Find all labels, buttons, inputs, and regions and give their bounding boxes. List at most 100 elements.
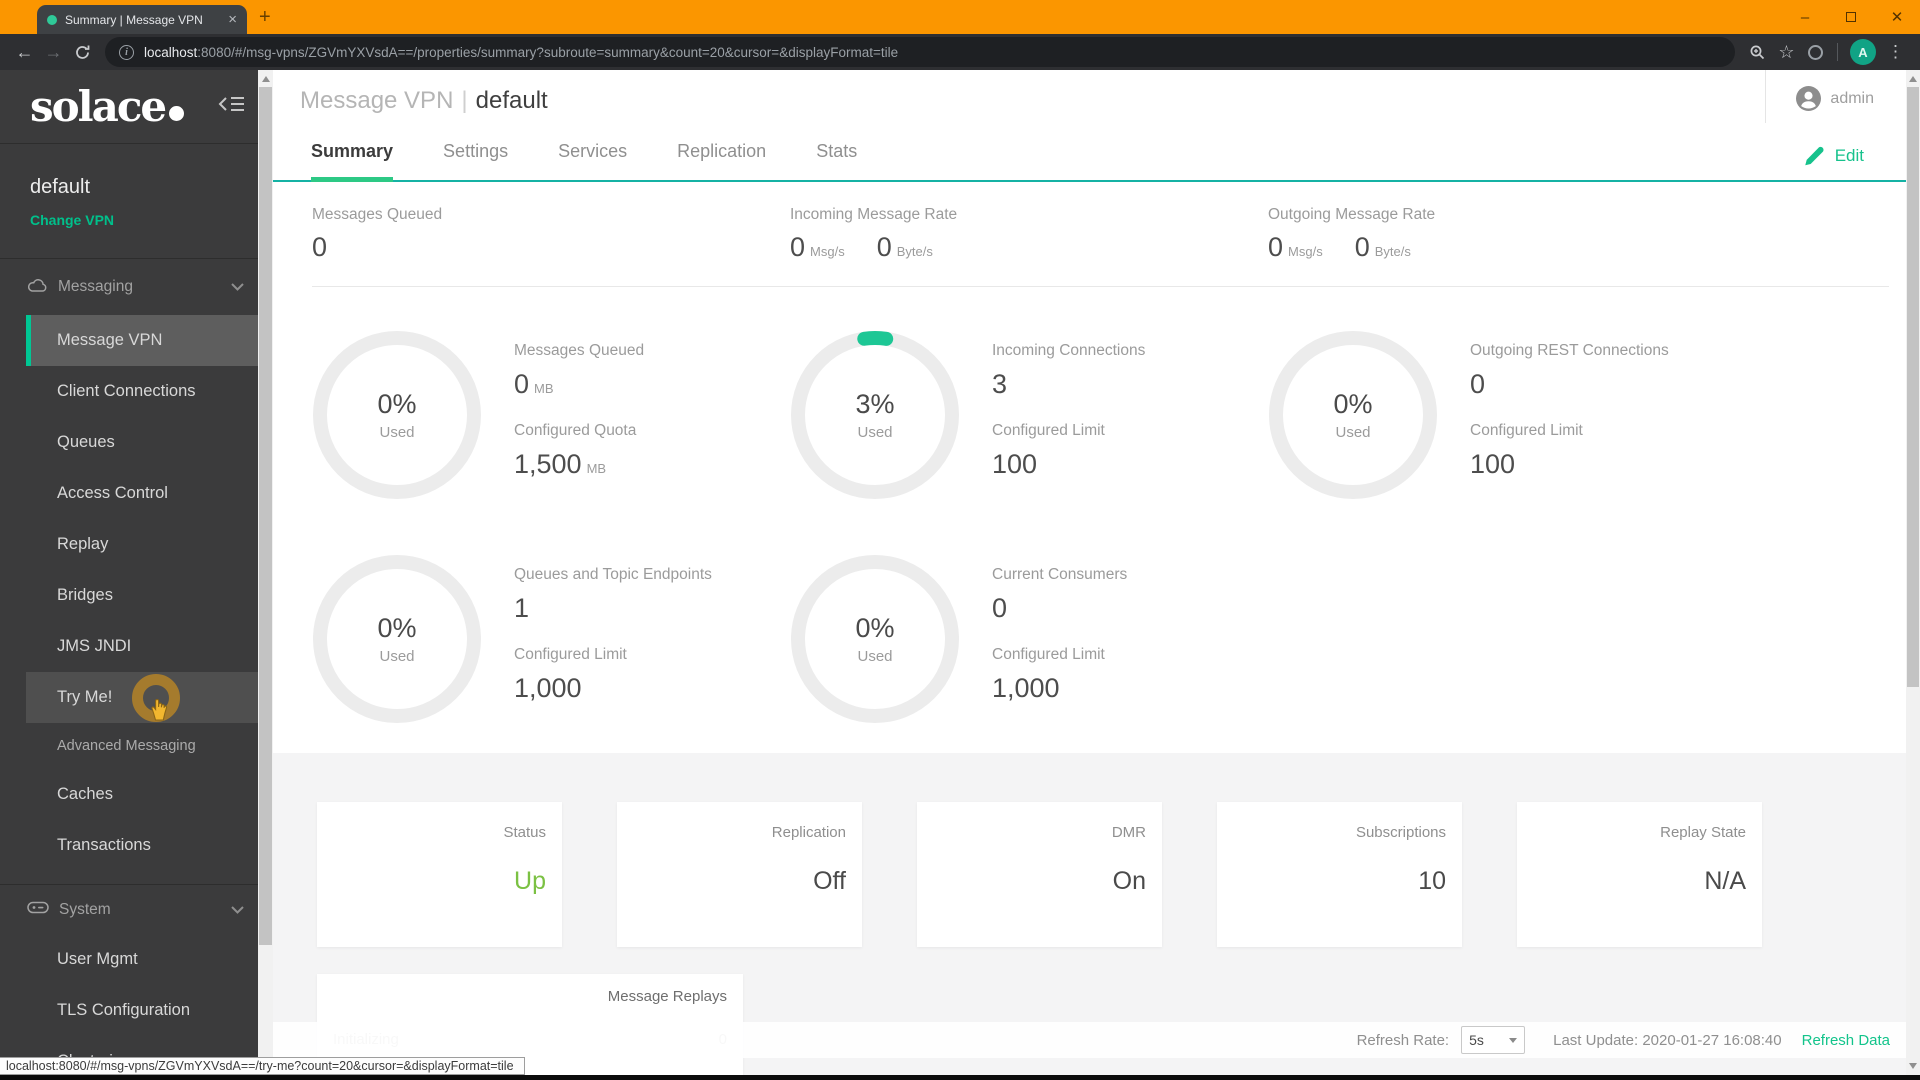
bookmark-star-icon[interactable]: ☆	[1772, 38, 1801, 67]
url-bar[interactable]: i localhost:8080/#/msg-vpns/ZGVmYXVsdA==…	[105, 37, 1735, 67]
chevron-down-icon[interactable]	[231, 278, 244, 296]
chevron-down-icon[interactable]	[231, 901, 244, 919]
last-update-text: Last Update: 2020-01-27 16:08:40	[1553, 1031, 1782, 1049]
sidebar-section-system[interactable]: System	[0, 884, 258, 934]
browser-toolbar: ← → i localhost:8080/#/msg-vpns/ZGVmYXVs…	[0, 34, 1920, 70]
select-chevron-icon	[1509, 1037, 1518, 1043]
tab-stats[interactable]: Stats	[816, 141, 857, 182]
scroll-down-icon[interactable]	[1909, 1063, 1917, 1069]
sidebar-scrollbar[interactable]	[258, 70, 273, 1075]
page-title: Message VPN | default	[300, 87, 548, 114]
gauge-spool-usage: 0% Used Messages Queued 0 MB Configured Qu…	[312, 330, 790, 502]
edit-button[interactable]: Edit	[1802, 144, 1864, 168]
sidebar-scrollbar-thumb[interactable]	[259, 87, 272, 945]
url-text: localhost:8080/#/msg-vpns/ZGVmYXVsdA==/p…	[144, 45, 898, 60]
forward-button: →	[44, 41, 63, 62]
url-host: localhost	[144, 44, 198, 60]
browser-menu-icon[interactable]: ⋮	[1881, 38, 1910, 67]
refresh-rate-label: Refresh Rate:	[1356, 1031, 1450, 1049]
metric-incoming-rate: Incoming Message Rate 0 Msg/s 0 Byte/s	[790, 206, 958, 262]
sidebar-item-tls-configuration[interactable]: TLS Configuration	[26, 985, 258, 1036]
status-tiles: Status Up Replication Off DMR On Subscri…	[317, 802, 1762, 947]
sidebar-item-message-vpn[interactable]: Message VPN	[26, 315, 258, 366]
current-vpn-name: default	[30, 176, 91, 198]
tab-settings[interactable]: Settings	[443, 141, 508, 182]
sidebar-header: solace	[0, 70, 258, 144]
tile-subscriptions: Subscriptions 10	[1217, 802, 1462, 947]
sidebar-item-queues[interactable]: Queues	[26, 417, 258, 468]
refresh-rate-select[interactable]: 5s	[1461, 1026, 1526, 1054]
try-me-label: Try Me!	[57, 688, 113, 706]
section-label-messaging: Messaging	[58, 278, 133, 295]
user-icon	[1796, 86, 1822, 111]
gauge-incoming-connections: 3% Used Incoming Connections 3 Configured…	[790, 330, 1268, 502]
metric-outgoing-rate: Outgoing Message Rate 0 Msg/s 0 Byte/s	[1268, 206, 1436, 262]
screen-edge	[0, 1075, 1920, 1080]
tile-replication: Replication Off	[617, 802, 862, 947]
zoom-icon[interactable]	[1743, 38, 1772, 67]
solace-logo: solace	[30, 85, 185, 128]
tile-dmr: DMR On	[917, 802, 1162, 947]
system-chip-icon	[27, 900, 49, 920]
tile-status: Status Up	[317, 802, 562, 947]
tab-summary[interactable]: Summary	[311, 141, 394, 182]
new-tab-button[interactable]: +	[259, 6, 271, 29]
tab-close-icon[interactable]: ×	[228, 12, 237, 27]
main-header: Message VPN | default admin Summary Settin…	[273, 70, 1906, 182]
screen: Summary | Message VPN × + – ✕ ← → i loca…	[0, 0, 1920, 1080]
status-bubble: localhost:8080/#/msg-vpns/ZGVmYXVsdA==/t…	[0, 1057, 525, 1075]
tab-bar: Summary Settings Services Replication St…	[311, 141, 857, 182]
refresh-data-link[interactable]: Refresh Data	[1802, 1032, 1890, 1049]
sidebar-item-user-mgmt[interactable]: User Mgmt	[26, 934, 258, 985]
sidebar-item-client-connections[interactable]: Client Connections	[26, 366, 258, 417]
sidebar-section-messaging[interactable]: Messaging	[0, 259, 258, 315]
sidebar-item-access-control[interactable]: Access Control	[26, 468, 258, 519]
sidebar-item-transactions[interactable]: Transactions	[26, 820, 258, 871]
main-scrollbar[interactable]	[1906, 70, 1920, 1075]
page-info-icon[interactable]: i	[119, 44, 134, 60]
scroll-up-icon[interactable]	[1909, 76, 1917, 82]
reload-button[interactable]	[68, 38, 97, 67]
back-button[interactable]: ←	[10, 38, 39, 67]
maximize-button[interactable]	[1828, 0, 1874, 34]
gauge-outgoing-rest-connections: 0% Used Outgoing REST Connections 0 Confi…	[1268, 330, 1746, 502]
gauge-queues-topic-endpoints: 0% Used Queues and Topic Endpoints 1 Conf…	[312, 554, 790, 726]
sidebar: solace default Change VPN Messaging Mess…	[0, 70, 258, 1080]
tile-replay-state: Replay State N/A	[1517, 802, 1762, 947]
tab-title: Summary | Message VPN	[65, 12, 203, 27]
sidebar-item-bridges[interactable]: Bridges	[26, 570, 258, 621]
sidebar-item-caches[interactable]: Caches	[26, 769, 258, 820]
logo-dot-icon	[169, 105, 185, 121]
status-badge: Up	[514, 867, 546, 895]
window-controls: – ✕	[1782, 0, 1920, 34]
tab-replication[interactable]: Replication	[677, 141, 766, 182]
minimize-button[interactable]: –	[1782, 0, 1828, 34]
tab-services[interactable]: Services	[558, 141, 627, 182]
close-button[interactable]: ✕	[1874, 0, 1920, 34]
collapse-sidebar-icon[interactable]	[218, 94, 246, 119]
profile-ring-icon[interactable]	[1801, 38, 1830, 67]
browser-titlebar: Summary | Message VPN × + – ✕	[0, 0, 1920, 34]
browser-avatar[interactable]: A	[1850, 39, 1876, 65]
user-menu[interactable]: admin	[1796, 86, 1874, 111]
favicon-icon	[47, 14, 57, 25]
user-name: admin	[1830, 89, 1874, 107]
toolbar-divider	[1837, 43, 1838, 61]
scroll-up-icon[interactable]	[261, 76, 270, 82]
browser-tab[interactable]: Summary | Message VPN ×	[37, 5, 247, 34]
sidebar-item-replay[interactable]: Replay	[26, 519, 258, 570]
section-label-system: System	[59, 900, 111, 918]
page-title-vpn-name: default	[475, 87, 548, 114]
cloud-icon	[27, 277, 48, 298]
sidebar-item-try-me[interactable]: Try Me!	[26, 672, 258, 723]
url-path: :8080/#/msg-vpns/ZGVmYXVsdA==/properties…	[197, 44, 899, 60]
metric-value: 0	[312, 232, 328, 262]
sidebar-item-advanced-messaging[interactable]: Advanced Messaging	[26, 723, 258, 769]
main-scrollbar-thumb[interactable]	[1907, 87, 1919, 687]
header-divider	[1765, 70, 1766, 123]
change-vpn-link[interactable]: Change VPN	[30, 212, 228, 228]
sidebar-item-jms-jndi[interactable]: JMS JNDI	[26, 621, 258, 672]
gauges: 0% Used Messages Queued 0 MB Configured Qu…	[312, 330, 1746, 778]
vpn-block: default Change VPN	[0, 144, 258, 259]
refresh-bar: Refresh Rate: 5s Last Update: 2020-01-27…	[273, 1022, 1906, 1058]
